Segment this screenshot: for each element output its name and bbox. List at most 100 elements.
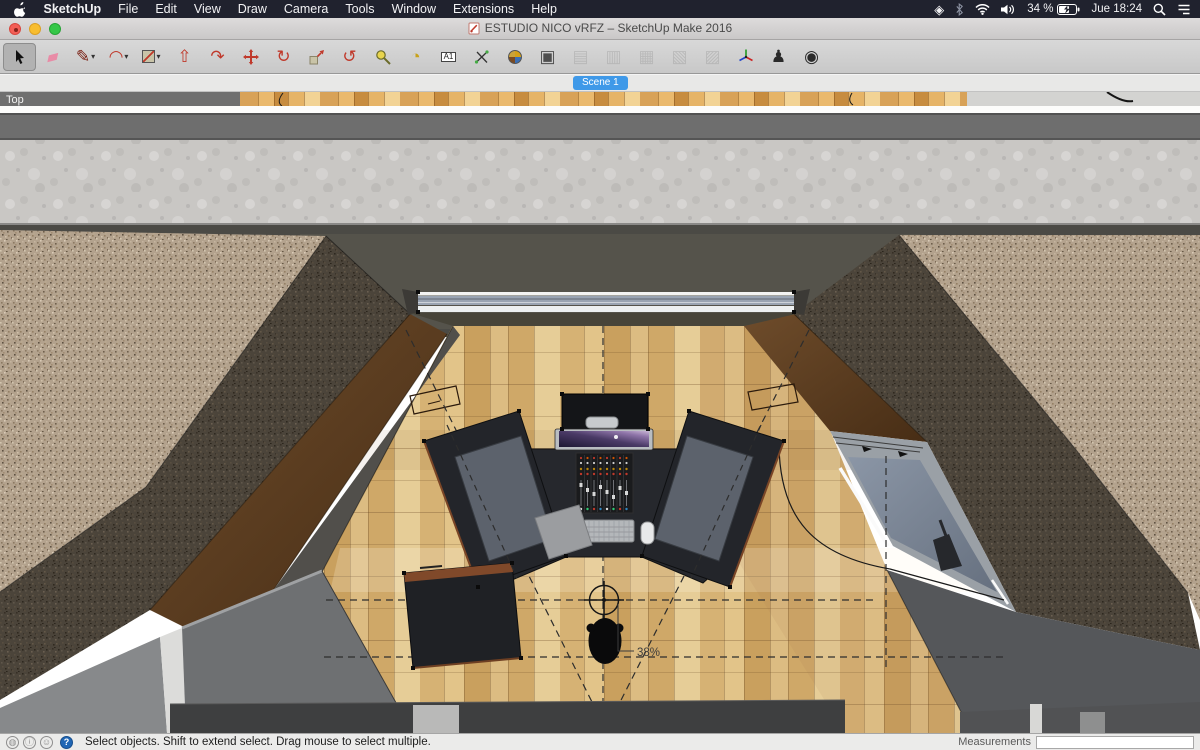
union-icon: ▥ [605, 48, 621, 65]
tool-paint-bucket[interactable] [498, 43, 531, 71]
menu-status-area: ◈ 34 % Jue 18:24 [934, 3, 1190, 16]
status-bar: ◍ ⓘ ☺ ? Select objects. Shift to extend … [0, 733, 1200, 750]
mixing-console[interactable] [576, 453, 633, 513]
monitor-display[interactable] [555, 429, 653, 450]
front-window[interactable] [402, 289, 810, 326]
window-title-text: ESTUDIO NICO vRFZ – SketchUp Make 2016 [485, 21, 732, 35]
paint-bucket-icon [508, 50, 522, 64]
credits-icon[interactable]: ⓘ [23, 736, 36, 749]
tool-union[interactable]: ▥ [597, 43, 630, 71]
menu-help[interactable]: Help [523, 2, 566, 16]
account-icon[interactable]: ☺ [40, 736, 53, 749]
notification-center-icon[interactable] [1177, 4, 1190, 15]
measurements-label: Measurements [958, 736, 1031, 748]
measurements-input[interactable] [1036, 736, 1194, 749]
tool-walk[interactable]: ♟ [762, 43, 795, 71]
view-name-label: Top [6, 94, 24, 106]
menu-edit[interactable]: Edit [147, 2, 186, 16]
tool-follow-me[interactable]: ↷ [201, 43, 234, 71]
model-viewport[interactable]: Top [0, 92, 1200, 733]
axes-display-icon [738, 49, 754, 65]
tool-intersect[interactable]: ▤ [564, 43, 597, 71]
scale-icon [309, 49, 325, 65]
menu-tools[interactable]: Tools [337, 2, 383, 16]
move-icon [243, 49, 259, 65]
document-icon [468, 22, 480, 35]
push-pull-icon: ⇧ [177, 48, 191, 65]
tool-rectangle[interactable]: ▾ [135, 43, 168, 71]
tool-line[interactable]: ✎▾ [69, 43, 102, 71]
menu-file[interactable]: File [110, 2, 147, 16]
outer-shell-icon: ▣ [539, 48, 555, 65]
tool-split[interactable]: ▨ [696, 43, 729, 71]
tool-offset[interactable]: ↺ [333, 43, 366, 71]
mouse[interactable] [641, 522, 654, 544]
tool-look-around[interactable]: ◉ [795, 43, 828, 71]
viewport-top-strip: Top [0, 92, 1200, 106]
scene-tab[interactable]: Scene 1 [573, 76, 628, 90]
tool-push-pull[interactable]: ⇧ [168, 43, 201, 71]
subwoofer[interactable] [404, 563, 521, 668]
protractor-icon: ◔ [410, 48, 420, 65]
status-diamond-icon[interactable]: ◈ [934, 3, 944, 16]
menu-window[interactable]: Window [383, 2, 444, 16]
menu-view[interactable]: View [185, 2, 229, 16]
rectangle-dropdown-arrow[interactable]: ▾ [156, 53, 160, 61]
rotate-icon: ↻ [276, 48, 290, 65]
window-title-bar[interactable]: ESTUDIO NICO vRFZ – SketchUp Make 2016 [0, 18, 1200, 40]
scene-tab-bar: Scene 1 [0, 74, 1200, 92]
tool-move[interactable] [234, 43, 267, 71]
apple-menu[interactable] [10, 2, 35, 17]
menu-sketchup[interactable]: SketchUp [35, 2, 110, 16]
look-around-icon: ◉ [804, 48, 819, 65]
menu-draw[interactable]: Draw [229, 2, 275, 16]
follow-me-icon: ↷ [210, 48, 224, 65]
viewport-canvas[interactable]: Top [0, 92, 1200, 733]
arc-icon: ◠ [109, 48, 124, 65]
tool-text[interactable]: A1 [432, 43, 465, 71]
tool-trim[interactable]: ▧ [663, 43, 696, 71]
keyboard[interactable] [584, 520, 634, 542]
volume-icon[interactable] [1001, 4, 1016, 15]
rack-shelf[interactable] [562, 394, 648, 429]
tool-select[interactable] [3, 43, 36, 71]
apple-logo [14, 2, 26, 17]
menu-extensions[interactable]: Extensions [445, 2, 523, 16]
trim-icon: ▧ [671, 48, 687, 65]
wifi-icon[interactable] [975, 4, 990, 15]
tool-axes-display[interactable] [729, 43, 762, 71]
subtract-icon: ▦ [638, 48, 654, 65]
tool-axes[interactable] [465, 43, 498, 71]
help-icon[interactable]: ? [60, 736, 73, 749]
split-icon: ▨ [704, 48, 720, 65]
line-dropdown-arrow[interactable]: ▾ [91, 53, 95, 61]
arc-dropdown-arrow[interactable]: ▾ [124, 53, 128, 61]
menu-camera[interactable]: Camera [275, 2, 336, 16]
eraser-icon: ▰ [44, 47, 61, 67]
menu-clock[interactable]: Jue 18:24 [1091, 3, 1142, 15]
spotlight-search-icon[interactable] [1153, 3, 1166, 16]
text-icon: A1 [441, 52, 457, 62]
line-icon: ✎ [76, 48, 90, 65]
tool-tape-measure[interactable] [366, 43, 399, 71]
room-top-view[interactable]: 38% [0, 225, 1200, 733]
walk-icon: ♟ [771, 48, 786, 65]
tool-outer-shell[interactable]: ▣ [531, 43, 564, 71]
tool-rotate[interactable]: ↻ [267, 43, 300, 71]
geolocation-icon[interactable]: ◍ [6, 736, 19, 749]
tool-subtract[interactable]: ▦ [630, 43, 663, 71]
battery-indicator[interactable]: 34 % [1027, 3, 1080, 15]
bluetooth-icon[interactable] [955, 3, 964, 16]
tool-arc[interactable]: ◠▾ [102, 43, 135, 71]
intersect-icon: ▤ [572, 48, 588, 65]
battery-percent: 34 % [1027, 3, 1053, 15]
select-icon [12, 49, 28, 65]
axes-icon [474, 49, 490, 65]
menu-items: SketchUpFileEditViewDrawCameraToolsWindo… [35, 2, 565, 16]
tool-protractor[interactable]: ◔ [399, 43, 432, 71]
window-title: ESTUDIO NICO vRFZ – SketchUp Make 2016 [0, 21, 1200, 35]
rectangle-icon [142, 50, 155, 63]
rfz-percentage-label: 38% [637, 647, 660, 659]
tool-scale[interactable] [300, 43, 333, 71]
tool-eraser[interactable]: ▰ [36, 43, 69, 71]
